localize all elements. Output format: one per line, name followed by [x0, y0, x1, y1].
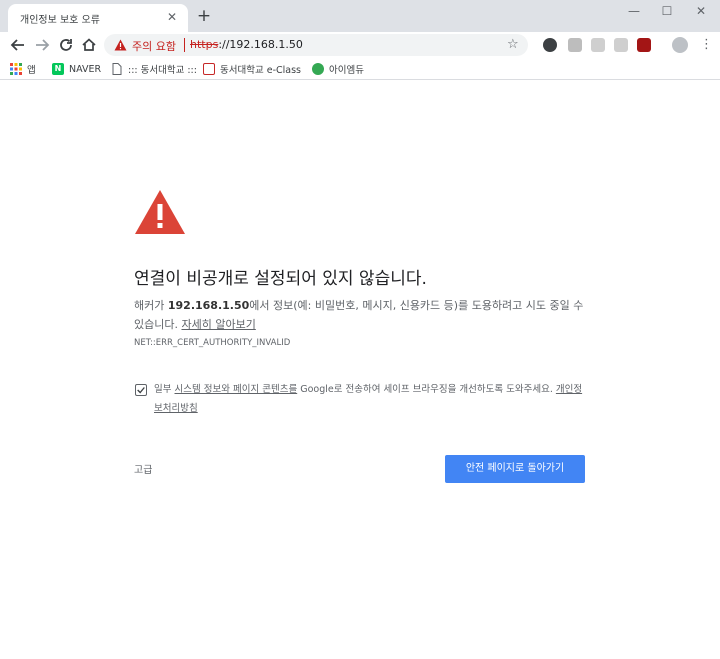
tab-title: 개인정보 보호 오류 [20, 15, 100, 26]
bookmark-naver[interactable]: N NAVER [52, 62, 101, 76]
bookmark-imdu[interactable]: 아이엠듀 [312, 62, 364, 76]
url-text[interactable]: https://192.168.1.50 [190, 38, 303, 51]
checkbox-prefix: 일부 [154, 384, 175, 395]
home-icon[interactable] [80, 36, 98, 54]
bookmark-dongseo[interactable]: ::: 동서대학교 ::: [111, 62, 197, 76]
minimize-button[interactable]: — [623, 2, 645, 20]
advanced-button[interactable]: 고급 [134, 461, 152, 476]
bookmarks-bar: 앱 N NAVER ::: 동서대학교 ::: 동서대학교 e-Class 아이… [0, 58, 720, 80]
bookmark-label: NAVER [69, 63, 102, 75]
security-status-label[interactable]: 주의 요함 [132, 38, 176, 54]
window-close-button[interactable]: ✕ [690, 2, 712, 20]
new-tab-button[interactable]: + [195, 7, 213, 25]
bookmark-apps[interactable]: 앱 [10, 62, 36, 76]
not-secure-warning-icon[interactable] [114, 39, 127, 51]
extension-icon-3[interactable] [591, 38, 605, 52]
forward-arrow-icon[interactable] [33, 36, 51, 54]
maximize-button[interactable]: ☐ [656, 2, 678, 20]
back-arrow-icon[interactable] [9, 36, 27, 54]
tab-strip: 개인정보 보호 오류 ✕ + — ☐ ✕ [0, 0, 720, 32]
desc-prefix: 해커가 [134, 299, 168, 312]
reload-icon[interactable] [57, 36, 75, 54]
tab-active[interactable]: 개인정보 보호 오류 ✕ [8, 4, 188, 32]
page-icon [112, 63, 122, 75]
imdu-logo-icon [312, 63, 324, 75]
ublock-extension-icon[interactable] [637, 38, 651, 52]
error-description: 해커가 192.168.1.50에서 정보(예: 비밀번호, 메시지, 신용카드… [134, 296, 594, 334]
bookmark-label: 앱 [27, 65, 36, 76]
bookmark-dongseo-eclass[interactable]: 동서대학교 e-Class [203, 62, 301, 76]
url-host: ://192.168.1.50 [218, 38, 303, 51]
checkmark-icon [137, 387, 145, 394]
bookmark-label: ::: 동서대학교 ::: [128, 65, 197, 76]
toolbar: 주의 요함 https://192.168.1.50 ☆ ⋮ [0, 32, 720, 58]
checkbox-middle: Google로 전송하여 세이프 브라우징을 개선하도록 도와주세요. [297, 384, 556, 395]
bookmark-label: 동서대학교 e-Class [220, 65, 301, 76]
extension-icon-1[interactable] [543, 38, 557, 52]
extension-icon-2[interactable] [568, 38, 582, 52]
privacy-error-page: 연결이 비공개로 설정되어 있지 않습니다. 해커가 192.168.1.50에… [0, 81, 720, 659]
error-code: NET::ERR_CERT_AUTHORITY_INVALID [134, 338, 291, 348]
desc-host: 192.168.1.50 [167, 299, 250, 312]
apps-grid-icon [10, 63, 22, 75]
warning-triangle-icon [135, 190, 185, 234]
dongseo-logo-icon [203, 63, 215, 75]
url-scheme: https [190, 38, 219, 51]
page-title: 연결이 비공개로 설정되어 있지 않습니다. [134, 269, 427, 289]
omnibox[interactable]: 주의 요함 https://192.168.1.50 ☆ [104, 34, 528, 56]
tab-close-icon[interactable]: ✕ [164, 9, 180, 25]
learn-more-link[interactable]: 자세히 알아보기 [181, 318, 255, 331]
bookmark-star-icon[interactable]: ☆ [507, 37, 522, 52]
bookmark-label: 아이엠듀 [329, 65, 364, 76]
profile-avatar[interactable] [672, 37, 688, 53]
extension-icon-4[interactable] [614, 38, 628, 52]
naver-logo-icon: N [52, 63, 64, 75]
menu-kebab-icon[interactable]: ⋮ [700, 37, 713, 53]
omnibox-divider [184, 38, 185, 52]
safe-browsing-label: 일부 시스템 정보와 페이지 콘텐츠를 Google로 전송하여 세이프 브라우… [154, 380, 584, 418]
safe-browsing-checkbox[interactable] [135, 384, 147, 396]
back-to-safety-button[interactable]: 안전 페이지로 돌아가기 [445, 455, 585, 483]
system-info-link[interactable]: 시스템 정보와 페이지 콘텐츠를 [175, 384, 298, 395]
